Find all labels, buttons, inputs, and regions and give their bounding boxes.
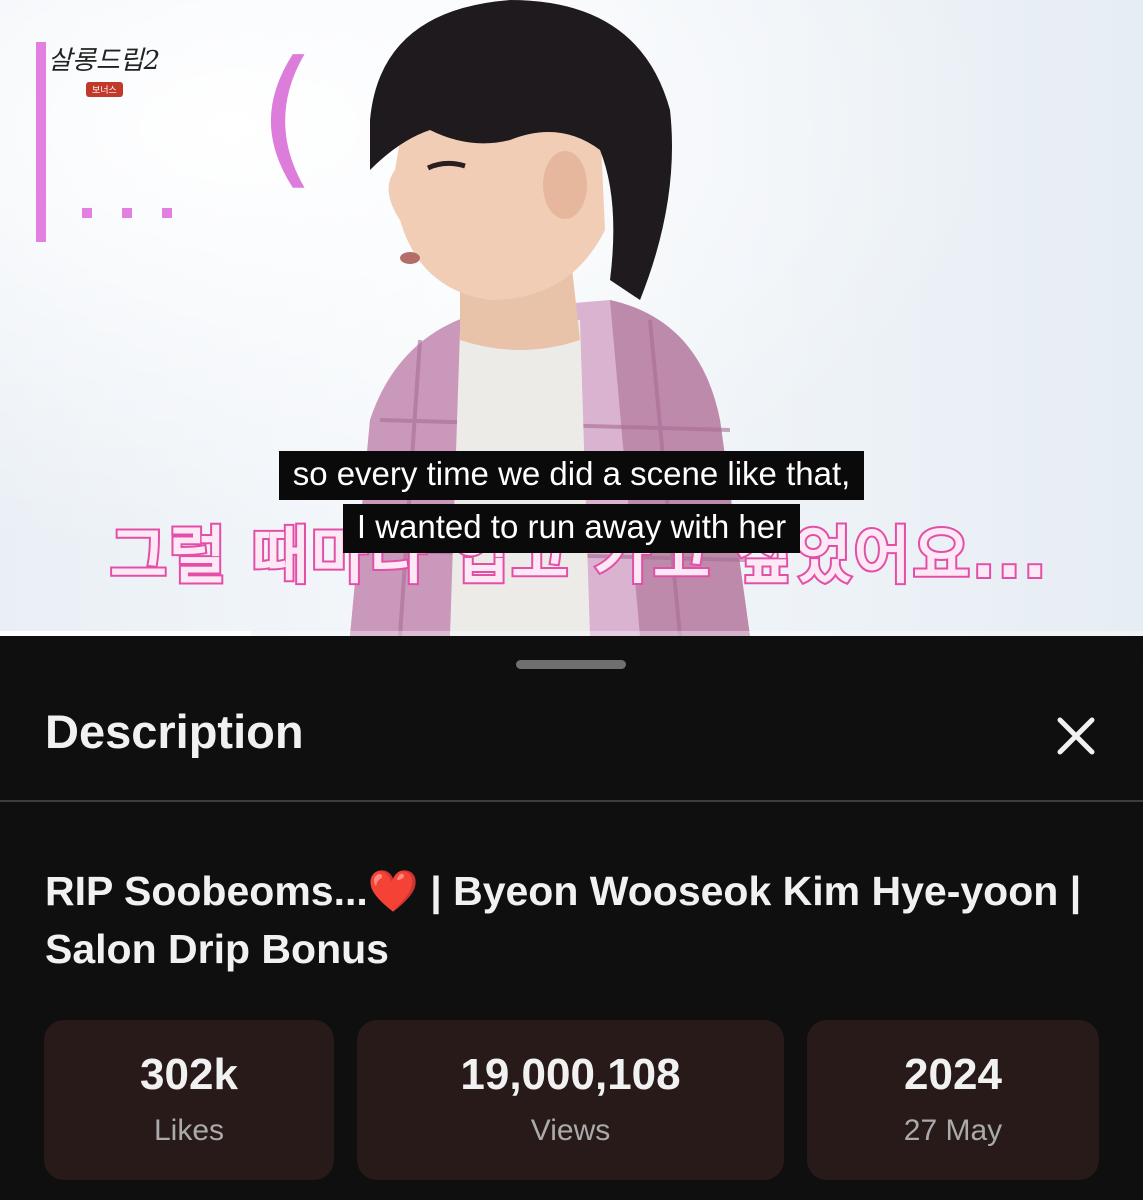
views-count: 19,000,108	[460, 1050, 681, 1099]
video-title-text: RIP Soobeoms...	[45, 868, 368, 914]
video-title: RIP Soobeoms...❤️ | Byeon Wooseok Kim Hy…	[45, 862, 1085, 978]
pink-bar-graphic	[36, 42, 46, 242]
subtitle-line-2: I wanted to run away with her	[342, 504, 801, 553]
likes-label: Likes	[153, 1114, 225, 1147]
drag-handle[interactable]	[516, 660, 626, 669]
upload-year: 2024	[904, 1050, 1002, 1099]
heart-icon: ❤️	[367, 868, 419, 914]
video-player[interactable]: ( 두 살롱드립2 보너스 그럴 때마다 업고 가고 싶었어	[0, 0, 1143, 636]
stat-likes: 302k Likes	[44, 1020, 334, 1180]
stats-row: 302k Likes 19,000,108 Views 2024 27 May	[44, 1020, 1100, 1180]
views-label: Views	[530, 1114, 611, 1147]
close-button[interactable]	[1048, 708, 1104, 764]
stat-date: 2024 27 May	[807, 1020, 1099, 1180]
description-sheet: Description RIP Soobeoms...❤️ | Byeon Wo…	[0, 636, 1143, 1200]
sheet-title: Description	[45, 705, 304, 758]
subtitle-box: so every time we did a scene like that, …	[0, 451, 1143, 553]
subtitle-line-1: so every time we did a scene like that,	[278, 451, 865, 500]
ellipsis-graphic	[82, 205, 202, 223]
divider	[0, 800, 1143, 802]
watermark-text: 살롱드립2	[48, 46, 161, 76]
upload-date: 27 May	[903, 1114, 1003, 1147]
stat-views: 19,000,108 Views	[357, 1020, 784, 1180]
channel-watermark: 살롱드립2 보너스	[48, 40, 168, 100]
close-icon	[1057, 717, 1095, 755]
watermark-tag: 보너스	[86, 82, 123, 97]
paren-graphic: (	[258, 30, 317, 204]
likes-count: 302k	[140, 1050, 238, 1099]
